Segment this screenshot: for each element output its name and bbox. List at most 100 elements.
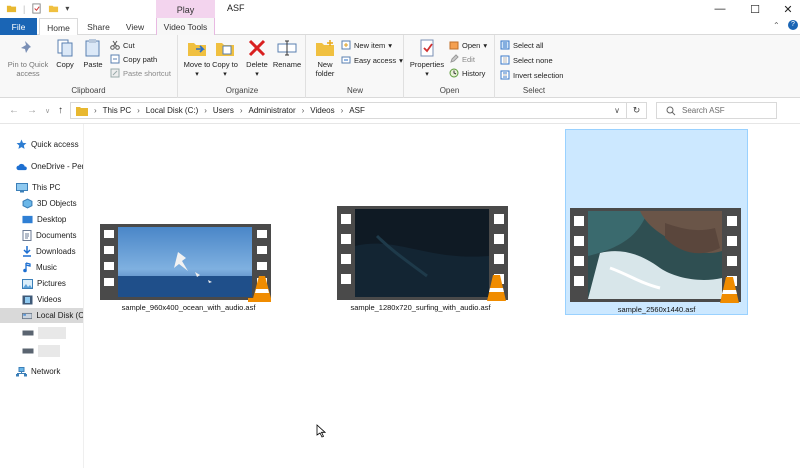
desktop-icon bbox=[22, 215, 33, 223]
nav-item-desktop[interactable]: Desktop bbox=[22, 212, 66, 227]
scissors-icon bbox=[110, 40, 120, 50]
collapse-ribbon-icon[interactable]: ⌃ bbox=[773, 21, 780, 30]
tab-view[interactable]: View bbox=[120, 18, 150, 35]
select-none-button[interactable]: Select none bbox=[500, 53, 553, 67]
file-name: sample_1280x720_surfing_with_audio.asf bbox=[350, 303, 491, 312]
move-to-button[interactable]: Move to ▾ bbox=[183, 38, 211, 79]
window-title: ASF bbox=[227, 3, 245, 13]
back-arrow-icon[interactable]: ← bbox=[9, 105, 19, 116]
up-arrow-icon[interactable]: ↑ bbox=[58, 105, 63, 116]
context-group-play: Play bbox=[156, 0, 215, 18]
address-bar[interactable]: › This PC › Local Disk (C:) › Users › Ad… bbox=[70, 102, 647, 119]
chevron-down-icon: ▾ bbox=[483, 40, 488, 50]
rename-button[interactable]: Rename bbox=[271, 38, 303, 69]
copy-button[interactable]: Copy bbox=[52, 38, 78, 69]
open-button[interactable]: Open ▾ bbox=[449, 38, 487, 52]
easy-access-button[interactable]: Easy access ▾ bbox=[341, 53, 403, 67]
chevron-right-icon: › bbox=[94, 106, 97, 115]
rename-icon bbox=[277, 40, 297, 56]
pictures-icon bbox=[22, 278, 33, 289]
file-name: sample_2560x1440.asf bbox=[617, 305, 696, 314]
file-item-selected[interactable]: sample_2560x1440.asf bbox=[565, 129, 748, 315]
new-folder-icon[interactable] bbox=[48, 3, 59, 14]
nav-item-3d-objects[interactable]: 3D Objects bbox=[22, 196, 77, 211]
chevron-down-icon: ▾ bbox=[425, 71, 429, 78]
customize-qat-icon[interactable]: ▾ bbox=[65, 4, 69, 13]
cut-button[interactable]: Cut bbox=[110, 38, 135, 52]
new-folder-icon bbox=[316, 40, 334, 56]
help-icon[interactable]: ? bbox=[788, 20, 798, 30]
new-folder-button[interactable]: New folder bbox=[311, 38, 339, 78]
copy-path-icon bbox=[110, 54, 120, 64]
pin-quick-access-button[interactable]: Pin to Quick access bbox=[4, 38, 52, 78]
nav-item-this-pc[interactable]: This PC bbox=[16, 180, 60, 195]
breadcrumb-asf[interactable]: ASF bbox=[349, 106, 365, 115]
refresh-icon[interactable]: ↻ bbox=[626, 103, 646, 118]
close-icon[interactable]: ✕ bbox=[768, 0, 800, 18]
clipboard-group: Pin to Quick access Copy Paste Cut Copy … bbox=[0, 35, 178, 98]
delete-button[interactable]: Delete ▾ bbox=[243, 38, 271, 79]
nav-item-network[interactable]: Network bbox=[16, 364, 60, 379]
paste-button[interactable]: Paste bbox=[80, 38, 106, 69]
move-to-icon bbox=[188, 43, 206, 56]
nav-item-music[interactable]: Music bbox=[22, 260, 57, 275]
chevron-right-icon: › bbox=[239, 106, 243, 115]
nav-item-documents[interactable]: Documents bbox=[22, 228, 76, 243]
breadcrumb-local-disk[interactable]: Local Disk (C:) bbox=[146, 106, 198, 115]
new-item-button[interactable]: New item ▾ bbox=[341, 38, 392, 52]
title-bar: | ▾ Play ASF — ☐ ✕ bbox=[0, 0, 800, 18]
monitor-icon bbox=[16, 182, 28, 192]
nav-item-downloads[interactable]: Downloads bbox=[22, 244, 76, 259]
video-thumbnail bbox=[337, 206, 508, 301]
tab-video-tools[interactable]: Video Tools bbox=[156, 18, 215, 35]
history-button[interactable]: History bbox=[449, 66, 485, 80]
cloud-icon bbox=[16, 163, 27, 171]
paste-shortcut-button[interactable]: Paste shortcut bbox=[110, 66, 171, 80]
documents-icon bbox=[22, 230, 32, 241]
copy-to-icon bbox=[216, 43, 234, 56]
nav-item-drive[interactable] bbox=[22, 343, 60, 358]
properties-button[interactable]: Properties ▾ bbox=[408, 38, 446, 79]
music-icon bbox=[23, 262, 31, 273]
recent-locations-icon[interactable]: ∨ bbox=[45, 107, 50, 115]
copy-path-button[interactable]: Copy path bbox=[110, 52, 157, 66]
forward-arrow-icon[interactable]: → bbox=[27, 105, 37, 116]
delete-x-icon bbox=[248, 39, 266, 57]
nav-item-onedrive[interactable]: OneDrive - Per bbox=[16, 159, 83, 174]
open-icon bbox=[449, 41, 459, 50]
tab-home[interactable]: Home bbox=[39, 18, 78, 36]
tab-file[interactable]: File bbox=[0, 18, 37, 35]
breadcrumb-administrator[interactable]: Administrator bbox=[248, 106, 295, 115]
properties-icon[interactable] bbox=[31, 3, 42, 14]
navigation-pane: Quick access OneDrive - Per This PC 3D O… bbox=[0, 124, 84, 468]
new-item-icon bbox=[341, 40, 351, 50]
file-item[interactable]: sample_1280x720_surfing_with_audio.asf bbox=[329, 204, 512, 316]
invert-selection-button[interactable]: Invert selection bbox=[500, 68, 563, 82]
address-dropdown-icon[interactable]: ∨ bbox=[614, 106, 620, 115]
organize-group: Move to ▾ Copy to ▾ Delete ▾ Rename Organiz… bbox=[179, 35, 306, 98]
folder-icon bbox=[76, 107, 88, 116]
drive-icon bbox=[22, 348, 34, 353]
copy-to-button[interactable]: Copy to ▾ bbox=[211, 38, 239, 79]
breadcrumb-this-pc[interactable]: This PC bbox=[103, 106, 131, 115]
select-none-icon bbox=[500, 55, 510, 65]
chevron-down-icon: ▾ bbox=[388, 40, 393, 50]
nav-item-drive[interactable] bbox=[22, 325, 66, 340]
file-item[interactable]: sample_960x400_ocean_with_audio.asf bbox=[97, 204, 280, 316]
nav-item-pictures[interactable]: Pictures bbox=[22, 276, 66, 291]
cube-icon bbox=[22, 198, 33, 209]
nav-item-videos[interactable]: Videos bbox=[22, 292, 61, 307]
nav-item-local-disk[interactable]: Local Disk (C bbox=[0, 308, 83, 323]
nav-item-quick-access[interactable]: Quick access bbox=[16, 137, 79, 152]
open-group-label: Open bbox=[439, 86, 460, 95]
search-box[interactable]: Search ASF bbox=[656, 102, 777, 119]
select-all-button[interactable]: Select all bbox=[500, 38, 543, 52]
select-group-label: Select bbox=[522, 86, 546, 95]
edit-button[interactable]: Edit bbox=[449, 52, 475, 66]
minimize-icon[interactable]: — bbox=[700, 0, 740, 18]
breadcrumb-videos[interactable]: Videos bbox=[310, 106, 334, 115]
breadcrumb-users[interactable]: Users bbox=[213, 106, 234, 115]
file-list: sample_960x400_ocean_with_audio.asf samp… bbox=[85, 124, 800, 468]
tab-share[interactable]: Share bbox=[82, 18, 115, 35]
properties-icon bbox=[420, 39, 434, 57]
